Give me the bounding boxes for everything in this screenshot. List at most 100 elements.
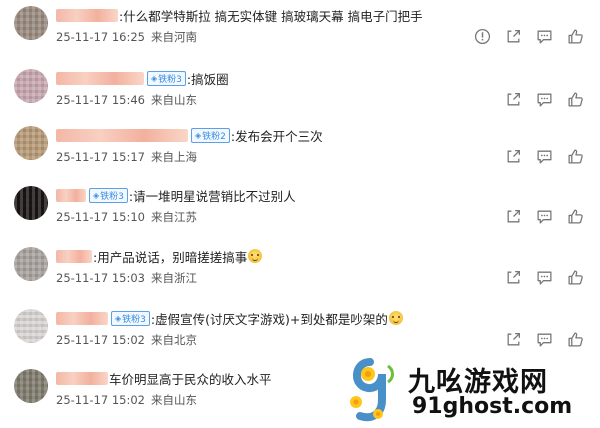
comment-location: 来自山东 xyxy=(151,93,197,107)
fan-icon: ◈ xyxy=(195,130,202,140)
comment-icon xyxy=(537,93,552,107)
comment-location: 来自北京 xyxy=(151,333,197,347)
username-blurred[interactable] xyxy=(56,8,118,22)
comment-item: :什么都学特斯拉 搞无实体键 搞玻璃天幕 搞电子门把手 25-11-17 16:2… xyxy=(0,0,600,60)
comment-meta: 25-11-17 15:46 来自山东 xyxy=(56,92,197,108)
share-button[interactable] xyxy=(505,148,522,165)
comment-item: ◈ 铁粉3:请一堆明星说营销比不过别人 25-11-17 15:10 来自江苏 xyxy=(0,180,600,240)
fan-icon: ◈ xyxy=(115,313,122,323)
comment-icon xyxy=(537,30,552,44)
like-button[interactable] xyxy=(567,148,584,165)
comment-actions xyxy=(474,28,584,45)
comment-item: ◈ 铁粉3 :搞饭圈 25-11-17 15:46 来自山东 xyxy=(0,63,600,123)
comment-content: ◈ 铁粉3:虚假宣传(讨厌文字游戏)+到处都是吵架的 xyxy=(56,307,403,329)
like-button[interactable] xyxy=(567,91,584,108)
comment-time: 25-11-17 15:10 xyxy=(56,210,145,224)
comment-content: :什么都学特斯拉 搞无实体键 搞玻璃天幕 搞电子门把手 xyxy=(56,4,423,26)
fan-badge: ◈ 铁粉3 xyxy=(89,187,128,203)
share-icon xyxy=(507,333,520,346)
comment-button[interactable] xyxy=(536,269,553,286)
comment-button[interactable] xyxy=(536,331,553,348)
comment-text: :请一堆明星说营销比不过别人 xyxy=(128,188,296,204)
comment-button[interactable] xyxy=(536,208,553,225)
username-blurred[interactable] xyxy=(56,71,144,85)
like-button[interactable] xyxy=(567,331,584,348)
comment-meta: 25-11-17 16:25 来自河南 xyxy=(56,29,197,45)
comment-time: 25-11-17 15:02 xyxy=(56,333,145,347)
like-button[interactable] xyxy=(567,28,584,45)
comment-button[interactable] xyxy=(536,148,553,165)
comment-time: 25-11-17 16:25 xyxy=(56,30,145,44)
share-icon xyxy=(507,30,520,43)
username-blurred[interactable] xyxy=(56,128,188,142)
like-icon xyxy=(568,92,583,107)
comment-location: 来自浙江 xyxy=(151,271,197,285)
share-button[interactable] xyxy=(505,91,522,108)
fan-badge: ◈ 铁粉3 xyxy=(111,310,150,326)
report-button[interactable] xyxy=(474,28,491,45)
comment-text: :虚假宣传(讨厌文字游戏)+到处都是吵架的 xyxy=(150,311,388,327)
comment-text: :搞饭圈 xyxy=(186,71,229,87)
username-blurred[interactable] xyxy=(56,188,86,202)
comment-icon xyxy=(537,150,552,164)
comment-meta: 25-11-17 15:02 来自北京 xyxy=(56,332,197,348)
comment-text: 车价明显高于民众的收入水平 xyxy=(109,371,272,387)
comment-icon xyxy=(537,210,552,224)
comment-actions xyxy=(505,91,584,108)
comment-location: 来自上海 xyxy=(151,150,197,164)
comment-icon xyxy=(537,271,552,285)
comment-time: 25-11-17 15:17 xyxy=(56,150,145,164)
comment-time: 25-11-17 15:02 xyxy=(56,393,145,407)
comment-meta: 25-11-17 15:17 来自上海 xyxy=(56,149,197,165)
share-button[interactable] xyxy=(505,208,522,225)
comment-actions xyxy=(505,208,584,225)
like-button[interactable] xyxy=(567,208,584,225)
fan-badge-label: 铁粉3 xyxy=(158,74,182,85)
comment-meta: 25-11-17 15:02 来自山东 xyxy=(56,392,197,408)
fan-badge-label: 铁粉3 xyxy=(122,314,146,325)
comment-location: 来自江苏 xyxy=(151,210,197,224)
avatar[interactable] xyxy=(14,6,48,40)
fan-badge-label: 铁粉2 xyxy=(202,131,226,142)
like-icon xyxy=(568,270,583,285)
share-icon xyxy=(507,93,520,106)
comment-text: :什么都学特斯拉 搞无实体键 搞玻璃天幕 搞电子门把手 xyxy=(119,8,423,24)
like-button[interactable] xyxy=(567,269,584,286)
like-icon xyxy=(568,149,583,164)
comment-meta: 25-11-17 15:03 来自浙江 xyxy=(56,270,197,286)
share-button[interactable] xyxy=(505,269,522,286)
avatar[interactable] xyxy=(14,186,48,220)
username-blurred[interactable] xyxy=(56,311,108,325)
fan-icon: ◈ xyxy=(93,190,100,200)
avatar[interactable] xyxy=(14,69,48,103)
avatar[interactable] xyxy=(14,369,48,403)
comment-content: :用产品说话，别暗搓搓搞事 xyxy=(56,245,263,267)
comment-time: 25-11-17 15:03 xyxy=(56,271,145,285)
username-blurred[interactable] xyxy=(56,371,108,385)
comment-item: ◈ 铁粉3:虚假宣传(讨厌文字游戏)+到处都是吵架的 25-11-17 15:02 来… xyxy=(0,303,600,363)
username-blurred[interactable] xyxy=(56,249,92,263)
comment-content: ◈ 铁粉3:请一堆明星说营销比不过别人 xyxy=(56,184,296,206)
comment-location: 来自河南 xyxy=(151,30,197,44)
share-button[interactable] xyxy=(505,331,522,348)
comment-actions xyxy=(505,148,584,165)
share-icon xyxy=(507,271,520,284)
comment-button[interactable] xyxy=(536,28,553,45)
avatar[interactable] xyxy=(14,309,48,343)
avatar[interactable] xyxy=(14,126,48,160)
emoji-icon xyxy=(248,249,263,263)
share-button[interactable] xyxy=(505,28,522,45)
comment-item: ◈ 铁粉2:发布会开个三次 25-11-17 15:17 来自上海 xyxy=(0,120,600,180)
comment-text: :发布会开个三次 xyxy=(230,128,323,144)
share-icon xyxy=(507,210,520,223)
comment-button[interactable] xyxy=(536,91,553,108)
comment-meta: 25-11-17 15:10 来自江苏 xyxy=(56,209,197,225)
like-icon xyxy=(568,332,583,347)
fan-badge-label: 铁粉3 xyxy=(100,191,124,202)
comment-content: 车价明显高于民众的收入水平 xyxy=(56,367,272,389)
avatar[interactable] xyxy=(14,247,48,281)
comment-content: ◈ 铁粉2:发布会开个三次 xyxy=(56,124,323,146)
fan-badge: ◈ 铁粉2 xyxy=(191,127,230,143)
fan-icon: ◈ xyxy=(151,73,158,83)
comment-location: 来自山东 xyxy=(151,393,197,407)
